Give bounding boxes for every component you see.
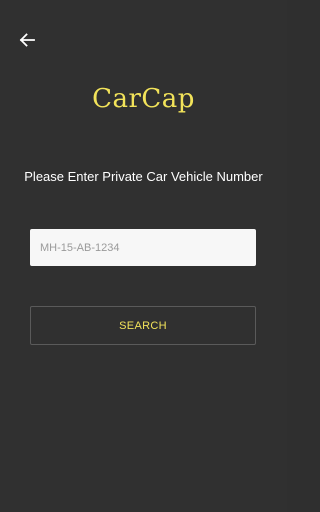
back-button[interactable] — [14, 28, 40, 52]
vehicle-number-prompt: Please Enter Private Car Vehicle Number — [24, 169, 263, 184]
search-button[interactable]: SEARCH — [30, 306, 256, 345]
search-screen: CarCap Please Enter Private Car Vehicle … — [0, 0, 287, 512]
app-logo: CarCap — [92, 84, 195, 114]
vehicle-number-input[interactable] — [30, 229, 256, 266]
arrow-left-icon — [19, 33, 35, 47]
